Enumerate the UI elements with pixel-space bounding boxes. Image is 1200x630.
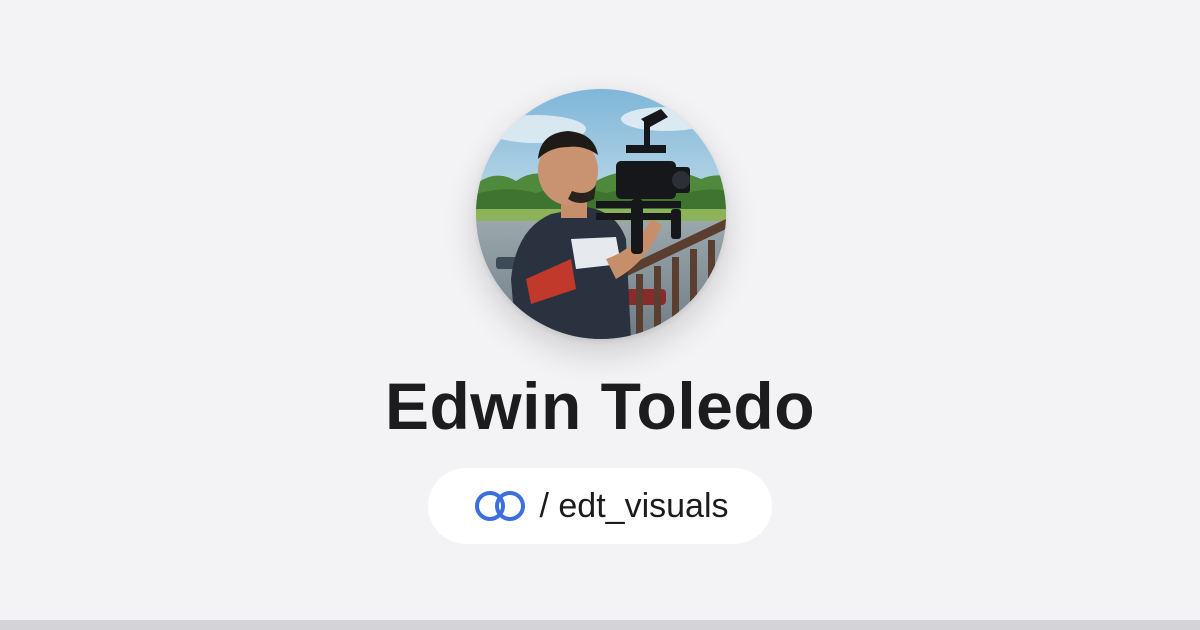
handle-text: / edt_visuals xyxy=(539,486,729,525)
linked-rings-icon xyxy=(472,488,530,524)
profile-card: Edwin Toledo / edt_visuals xyxy=(0,0,1200,620)
avatar-photo xyxy=(476,89,726,339)
handle-pill[interactable]: / edt_visuals xyxy=(428,468,772,544)
avatar[interactable] xyxy=(476,89,726,339)
bottom-bar xyxy=(0,620,1200,630)
profile-name: Edwin Toledo xyxy=(384,369,816,443)
